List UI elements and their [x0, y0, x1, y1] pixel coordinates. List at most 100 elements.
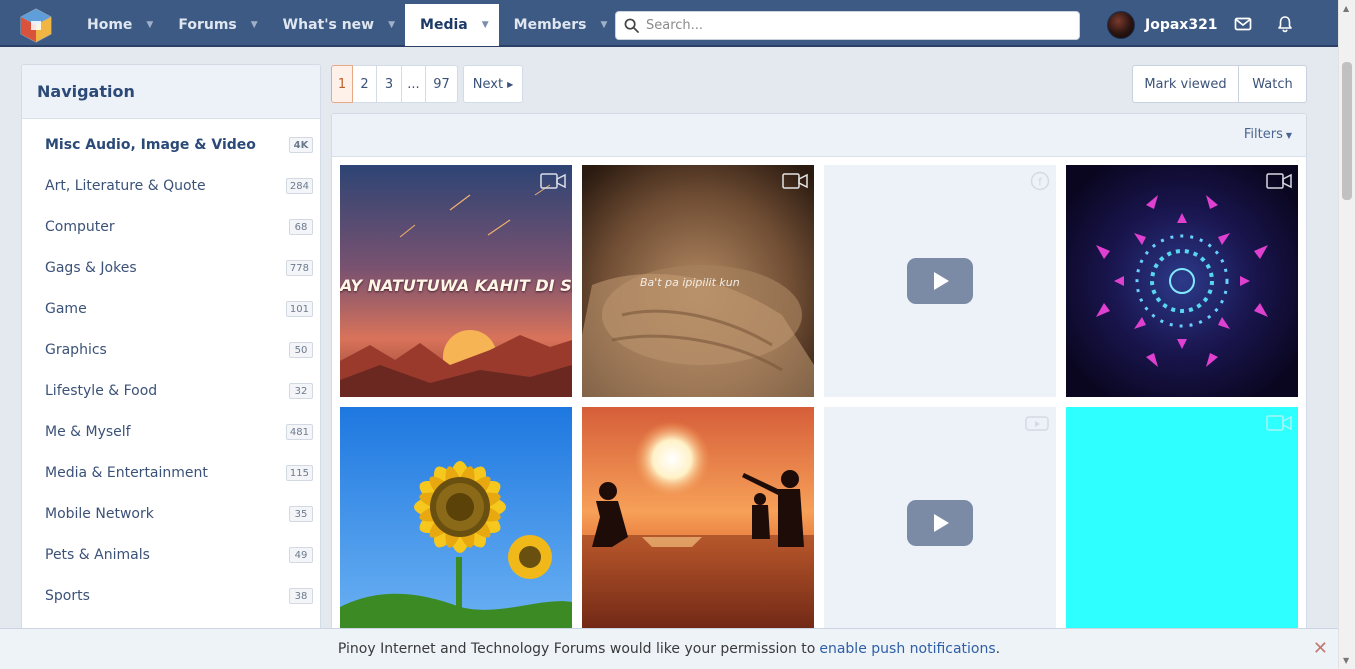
- sidebar-item-label: Me & Myself: [45, 423, 131, 440]
- sidebar-item-label: Misc Audio, Image & Video: [45, 136, 256, 153]
- next-page-button[interactable]: Next ▶: [463, 65, 523, 103]
- page-2-button[interactable]: 2: [353, 65, 377, 103]
- watch-button[interactable]: Watch: [1239, 65, 1307, 103]
- media-tile-hands[interactable]: Ba't pa ipipilit kun: [582, 165, 814, 397]
- media-tile-sunset-text[interactable]: AY NATUTUWA KAHIT DI SINA: [340, 165, 572, 397]
- count-badge: 284: [285, 178, 313, 194]
- play-button-icon[interactable]: [906, 499, 974, 547]
- page-scrollbar[interactable]: ▲ ▼: [1338, 0, 1355, 669]
- count-badge: 778: [285, 260, 313, 276]
- sidebar-item-label: Media & Entertainment: [45, 464, 208, 481]
- chevron-down-icon[interactable]: ▼: [388, 20, 395, 30]
- mark-viewed-button[interactable]: Mark viewed: [1132, 65, 1239, 103]
- count-badge: 4K: [289, 137, 313, 153]
- page-97-button[interactable]: 97: [426, 65, 458, 103]
- page-1-button[interactable]: 1: [331, 65, 353, 103]
- user-menu[interactable]: Jopax321: [1107, 11, 1218, 39]
- tab-forums-label: Forums: [178, 17, 237, 33]
- push-notification-banner: Pinoy Internet and Technology Forums wou…: [0, 628, 1338, 669]
- close-icon[interactable]: ✕: [1313, 638, 1328, 659]
- search-box[interactable]: [615, 11, 1080, 40]
- next-label: Next: [472, 76, 504, 92]
- tab-forums[interactable]: Forums ▼: [163, 4, 267, 46]
- scroll-thumb[interactable]: [1342, 62, 1352, 200]
- video-camera-icon: [1266, 173, 1292, 189]
- page-3-button[interactable]: 3: [377, 65, 402, 103]
- sidebar-navigation: Navigation Misc Audio, Image & Video 4K A…: [21, 64, 321, 669]
- sidebar-item-computer[interactable]: Computer 68: [22, 206, 320, 247]
- tile-caption: AY NATUTUWA KAHIT DI SINA: [340, 276, 572, 295]
- sidebar-item-me-myself[interactable]: Me & Myself 481: [22, 411, 320, 452]
- tab-home[interactable]: Home ▼: [72, 4, 163, 46]
- count-badge: 35: [289, 506, 313, 522]
- facebook-icon: f: [1030, 171, 1050, 191]
- video-camera-icon: [1266, 415, 1292, 431]
- sidebar-item-pets-animals[interactable]: Pets & Animals 49: [22, 534, 320, 575]
- sidebar-item-art-literature-quote[interactable]: Art, Literature & Quote 284: [22, 165, 320, 206]
- main-nav-tabs: Home ▼ Forums ▼ What's new ▼ Media ▼ Members…: [72, 4, 617, 46]
- search-input[interactable]: [646, 18, 1066, 33]
- count-badge: 50: [289, 342, 313, 358]
- sidebar-item-graphics[interactable]: Graphics 50: [22, 329, 320, 370]
- chevron-down-icon[interactable]: ▼: [600, 20, 607, 30]
- media-tile-kaleidoscope[interactable]: [1066, 165, 1298, 397]
- chevron-down-icon[interactable]: ▼: [482, 20, 489, 30]
- sidebar-item-label: Lifestyle & Food: [45, 382, 158, 399]
- count-badge: 115: [285, 465, 313, 481]
- notice-text: Pinoy Internet and Technology Forums wou…: [337, 641, 816, 657]
- media-tile-sunflower[interactable]: [340, 407, 572, 639]
- count-badge: 32: [289, 383, 313, 399]
- sidebar-item-label: Art, Literature & Quote: [45, 177, 206, 194]
- sidebar-item-gags-jokes[interactable]: Gags & Jokes 778: [22, 247, 320, 288]
- sidebar-title: Navigation: [22, 65, 320, 119]
- avatar[interactable]: [1107, 11, 1135, 39]
- filter-bar: Filters ▼: [332, 114, 1306, 157]
- chevron-down-icon[interactable]: ▼: [251, 20, 258, 30]
- svg-text:f: f: [1038, 176, 1043, 189]
- media-thumbnail: [340, 407, 572, 639]
- media-tile-youtube-video[interactable]: [824, 407, 1056, 639]
- pagination: 1 2 3 ... 97 Next ▶: [331, 65, 523, 103]
- bell-icon[interactable]: [1276, 15, 1294, 33]
- sidebar-item-mobile-network[interactable]: Mobile Network 35: [22, 493, 320, 534]
- media-thumbnail: [582, 407, 814, 639]
- scroll-down-icon[interactable]: ▼: [1343, 656, 1349, 665]
- sidebar-item-game[interactable]: Game 101: [22, 288, 320, 329]
- chevron-down-icon[interactable]: ▼: [146, 20, 153, 30]
- tab-members[interactable]: Members ▼: [499, 4, 618, 46]
- video-camera-icon: [782, 173, 808, 189]
- tab-whats-new-label: What's new: [282, 17, 375, 33]
- media-grid-block: Filters▼ AY NATUTUWA KAHIT DI SINA: [331, 113, 1307, 669]
- play-button-icon[interactable]: [906, 257, 974, 305]
- count-badge: 49: [289, 547, 313, 563]
- site-logo-icon[interactable]: [18, 7, 54, 43]
- caret-right-icon: ▶: [507, 79, 514, 89]
- count-badge: 481: [285, 424, 313, 440]
- count-badge: 68: [289, 219, 313, 235]
- media-tile-beach-sunset[interactable]: [582, 407, 814, 639]
- media-tile-facebook-video[interactable]: f: [824, 165, 1056, 397]
- notice-suffix: .: [995, 641, 1001, 657]
- filters-menu[interactable]: Filters ▼: [1244, 127, 1292, 142]
- sidebar-item-sports[interactable]: Sports 38: [22, 575, 320, 616]
- envelope-icon[interactable]: [1234, 15, 1252, 33]
- tab-home-label: Home: [87, 17, 133, 33]
- top-navigation-bar: Home ▼ Forums ▼ What's new ▼ Media ▼ Members…: [0, 0, 1338, 47]
- sidebar-item-misc-audio-image-video[interactable]: Misc Audio, Image & Video 4K: [22, 124, 320, 165]
- media-thumbnail: [1066, 165, 1298, 397]
- media-actions: Mark viewed Watch: [1132, 65, 1307, 103]
- tab-whats-new[interactable]: What's new ▼: [268, 4, 405, 46]
- media-tile-cyan[interactable]: [1066, 407, 1298, 639]
- tab-media[interactable]: Media ▼: [405, 4, 499, 46]
- caret-down-icon: ▼: [1285, 131, 1292, 140]
- sidebar-item-lifestyle-food[interactable]: Lifestyle & Food 32: [22, 370, 320, 411]
- category-list: Misc Audio, Image & Video 4K Art, Literat…: [22, 119, 320, 616]
- search-icon: [624, 18, 639, 33]
- enable-push-notifications-link[interactable]: enable push notifications: [819, 641, 995, 657]
- username[interactable]: Jopax321: [1145, 17, 1218, 33]
- tab-members-label: Members: [513, 17, 587, 33]
- page-ellipsis-button[interactable]: ...: [402, 65, 426, 103]
- sidebar-item-label: Gags & Jokes: [45, 259, 137, 276]
- sidebar-item-media-entertainment[interactable]: Media & Entertainment 115: [22, 452, 320, 493]
- scroll-up-icon[interactable]: ▲: [1343, 4, 1349, 13]
